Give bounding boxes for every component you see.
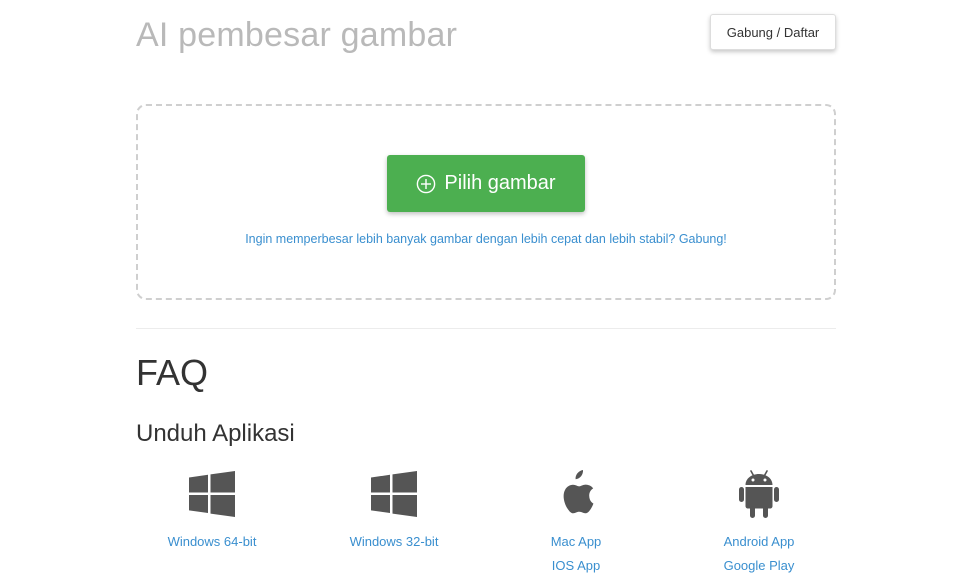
- android-icon[interactable]: [684, 470, 834, 518]
- download-link-windows-32[interactable]: Windows 32-bit: [319, 530, 469, 554]
- divider: [136, 328, 836, 329]
- download-link-windows-64[interactable]: Windows 64-bit: [137, 530, 287, 554]
- login-register-button[interactable]: Gabung / Daftar: [710, 14, 836, 50]
- faq-heading: FAQ: [136, 352, 209, 393]
- download-link-ios-app[interactable]: IOS App: [501, 554, 651, 578]
- download-apple: Mac App IOS App: [501, 470, 651, 578]
- download-android: Android App Google Play: [684, 470, 834, 578]
- windows-icon[interactable]: [319, 470, 469, 518]
- app-title: AI pembesar gambar: [136, 16, 458, 54]
- page: AI pembesar gambar Gabung / Daftar Pilih…: [0, 0, 960, 586]
- download-windows-64: Windows 64-bit: [137, 470, 287, 554]
- download-windows-32: Windows 32-bit: [319, 470, 469, 554]
- download-link-mac-app[interactable]: Mac App: [501, 530, 651, 554]
- windows-icon[interactable]: [137, 470, 287, 518]
- upload-dropzone[interactable]: Pilih gambar Ingin memperbesar lebih ban…: [136, 104, 836, 300]
- download-link-android-app[interactable]: Android App: [684, 530, 834, 554]
- download-apps-heading: Unduh Aplikasi: [136, 420, 295, 447]
- download-link-google-play[interactable]: Google Play: [684, 554, 834, 578]
- upgrade-link[interactable]: Ingin memperbesar lebih banyak gambar de…: [138, 232, 834, 246]
- header: AI pembesar gambar Gabung / Daftar: [136, 0, 836, 70]
- apple-icon[interactable]: [501, 470, 651, 518]
- choose-image-button[interactable]: Pilih gambar: [387, 155, 585, 212]
- choose-image-label: Pilih gambar: [444, 172, 556, 194]
- plus-circle-icon: [416, 174, 436, 194]
